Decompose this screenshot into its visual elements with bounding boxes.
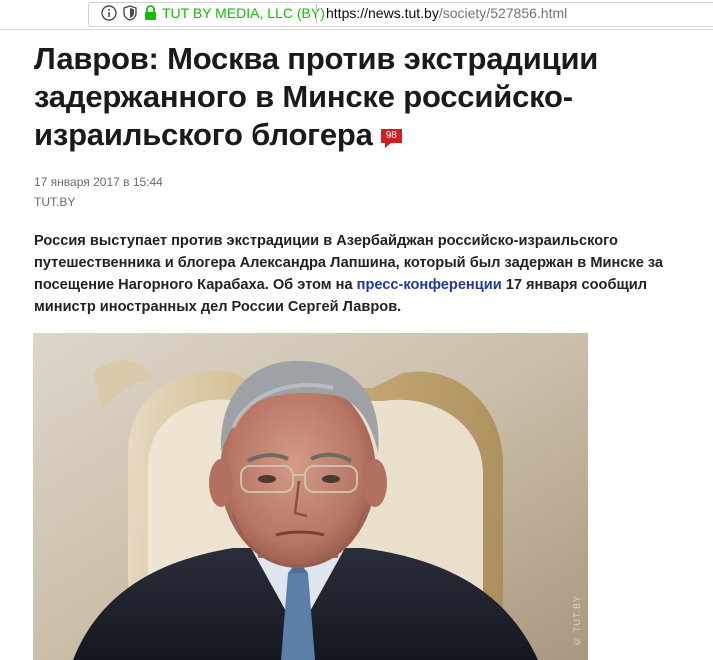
article-title: Лавров: Москва против экстрадиции задерж… <box>34 40 694 154</box>
url-text[interactable]: https://news.tut.by/society/527856.html <box>326 5 567 21</box>
browser-address-bar: TUT BY MEDIA, LLC (BY) https://news.tut.… <box>0 0 713 30</box>
site-identity-label[interactable]: TUT BY MEDIA, LLC (BY) <box>162 5 325 21</box>
press-conference-link[interactable]: пресс-конференции <box>357 277 502 293</box>
article-source[interactable]: TUT.BY <box>34 192 163 212</box>
article-meta: 17 января 2017 в 15:44 TUT.BY <box>34 172 163 212</box>
article-photo: © TUT.BY <box>33 333 588 660</box>
lock-icon[interactable] <box>144 5 157 21</box>
comment-count-badge[interactable]: 98 <box>380 129 402 148</box>
lavrov-photo-illustration <box>33 333 588 660</box>
tracking-shield-icon[interactable] <box>123 5 137 21</box>
url-domain: https://news.tut.by <box>326 5 439 21</box>
article-lead: Россия выступает против экстрадиции в Аз… <box>34 230 684 318</box>
url-path: /society/527856.html <box>438 5 568 21</box>
url-separator <box>316 4 317 23</box>
article-date: 17 января 2017 в 15:44 <box>34 175 163 189</box>
photo-watermark: © TUT.BY <box>572 594 582 646</box>
article-header: Лавров: Москва против экстрадиции задерж… <box>34 40 694 154</box>
article-title-text: Лавров: Москва против экстрадиции задерж… <box>34 41 599 152</box>
info-icon[interactable] <box>101 5 117 21</box>
